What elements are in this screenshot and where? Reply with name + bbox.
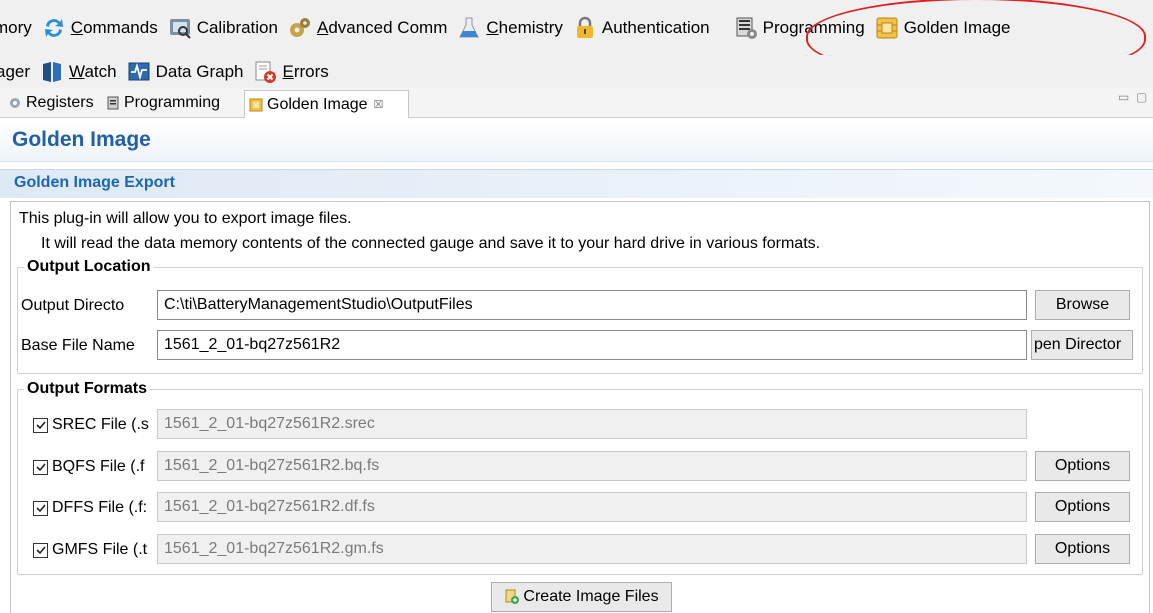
tab-golden-image[interactable]: Golden Image ☒ — [244, 90, 409, 118]
dffs-label: DFFS File (.f: — [52, 499, 148, 516]
chip-icon — [249, 98, 263, 111]
dffs-checkbox[interactable] — [33, 500, 48, 516]
srec-filename-input — [157, 409, 1027, 439]
toolbar-errors-label: Errors — [282, 61, 329, 81]
main-toolbar: mory Commands Calibration Advanced Comm … — [0, 0, 1153, 55]
graph-icon — [128, 62, 150, 80]
create-image-files-label: Create Image Files — [523, 588, 659, 605]
check-icon — [35, 504, 46, 513]
toolbar-advanced-comm-label: Advanced Comm — [316, 17, 448, 37]
tab-registers[interactable]: Registers — [4, 90, 98, 116]
description-line-1: This plug-in will allow you to export im… — [19, 210, 352, 227]
toolbar-programming-label: Programming — [762, 17, 865, 37]
toolbar-calibration[interactable]: Calibration — [168, 16, 278, 40]
gmfs-options-button[interactable]: Options — [1035, 534, 1130, 564]
dffs-checkbox-row[interactable]: DFFS File (.f: — [33, 499, 157, 517]
gmfs-label: GMFS File (.t — [52, 541, 148, 558]
toolbar-golden-image-label: Golden Image — [903, 17, 1011, 37]
page-header: Golden Image — [0, 121, 1153, 162]
programming-icon — [736, 17, 757, 39]
tab-programming[interactable]: Programming — [102, 90, 224, 116]
gear-icon — [10, 98, 20, 108]
create-image-files-button[interactable]: Create Image Files — [491, 582, 672, 612]
bqfs-checkbox-row[interactable]: BQFS File (.f — [33, 458, 157, 476]
bqfs-checkbox[interactable] — [33, 459, 48, 475]
error-icon — [255, 61, 277, 83]
output-location-legend: Output Location — [27, 258, 151, 275]
gmfs-checkbox[interactable] — [33, 542, 48, 558]
section-body: This plug-in will allow you to export im… — [10, 201, 1150, 613]
srec-label: SREC File (.s — [52, 416, 149, 433]
srec-checkbox-row[interactable]: SREC File (.s — [33, 416, 157, 434]
base-file-name-label: Base File Name — [21, 337, 135, 354]
tab-golden-image-label: Golden Image — [267, 95, 368, 113]
toolbar-data-graph[interactable]: Data Graph — [127, 60, 244, 84]
padlock-icon — [576, 16, 593, 38]
toolbar-memory-label: mory — [0, 17, 32, 37]
tab-programming-label: Programming — [124, 94, 221, 111]
section-header[interactable]: Golden Image Export — [0, 169, 1153, 198]
bqfs-options-button[interactable]: Options — [1035, 451, 1130, 481]
toolbar-manager-label: ager — [0, 61, 31, 81]
open-directory-button[interactable]: pen Director — [1031, 330, 1133, 360]
secondary-toolbar: ager Watch Data Graph Errors — [0, 55, 1153, 88]
toolbar-errors[interactable]: Errors — [253, 60, 329, 84]
toolbar-golden-image[interactable]: Golden Image — [875, 16, 1011, 40]
refresh-arrows-icon — [44, 18, 63, 37]
output-directory-input[interactable] — [157, 290, 1027, 320]
minimize-icon[interactable]: ▭ — [1118, 90, 1129, 104]
browse-button[interactable]: Browse — [1035, 290, 1130, 320]
check-icon — [35, 463, 46, 472]
book-icon — [43, 61, 62, 82]
toolbar-authentication[interactable]: Authentication — [573, 16, 710, 40]
toolbar-manager[interactable]: ager — [0, 62, 30, 82]
gmfs-filename-input — [157, 534, 1027, 564]
toolbar-chemistry[interactable]: Chemistry — [457, 16, 563, 40]
dffs-options-button[interactable]: Options — [1035, 492, 1130, 522]
editor-tab-bar: Registers Programming Golden Image ☒ ▭ ▢ — [0, 88, 1153, 118]
toolbar-commands-label: Commands — [70, 17, 158, 37]
close-icon[interactable]: ☒ — [374, 98, 384, 111]
calibration-icon — [169, 18, 191, 39]
toolbar-commands[interactable]: Commands — [42, 16, 158, 40]
toolbar-data-graph-label: Data Graph — [155, 61, 244, 81]
chip-icon — [876, 17, 898, 38]
toolbar-programming[interactable]: Programming — [734, 16, 865, 40]
maximize-icon[interactable]: ▢ — [1136, 90, 1147, 104]
gmfs-checkbox-row[interactable]: GMFS File (.t — [33, 541, 157, 559]
srec-checkbox[interactable] — [33, 417, 48, 433]
toolbar-authentication-label: Authentication — [601, 17, 710, 37]
toolbar-calibration-label: Calibration — [196, 17, 278, 37]
gears-icon — [289, 17, 310, 37]
output-directory-label: Output Directo — [21, 297, 125, 314]
check-icon — [35, 546, 46, 555]
page-title: Golden Image — [12, 128, 151, 151]
base-file-name-input[interactable] — [157, 330, 1027, 360]
bqfs-filename-input — [157, 451, 1027, 481]
dffs-filename-input — [157, 492, 1027, 522]
tab-registers-label: Registers — [26, 94, 94, 111]
section-title: Golden Image Export — [14, 174, 175, 191]
toolbar-advanced-comm[interactable]: Advanced Comm — [288, 16, 447, 40]
check-icon — [35, 421, 46, 430]
toolbar-memory[interactable]: mory — [0, 18, 32, 38]
toolbar-watch-label: Watch — [69, 61, 117, 81]
output-formats-legend: Output Formats — [27, 380, 147, 397]
create-files-icon — [505, 589, 520, 604]
description-line-2: It will read the data memory contents of… — [41, 235, 821, 252]
toolbar-watch[interactable]: Watch — [40, 60, 117, 84]
bqfs-label: BQFS File (.f — [52, 458, 145, 475]
flask-icon — [459, 17, 480, 37]
toolbar-chemistry-label: Chemistry — [486, 17, 563, 37]
programming-icon — [107, 96, 119, 110]
